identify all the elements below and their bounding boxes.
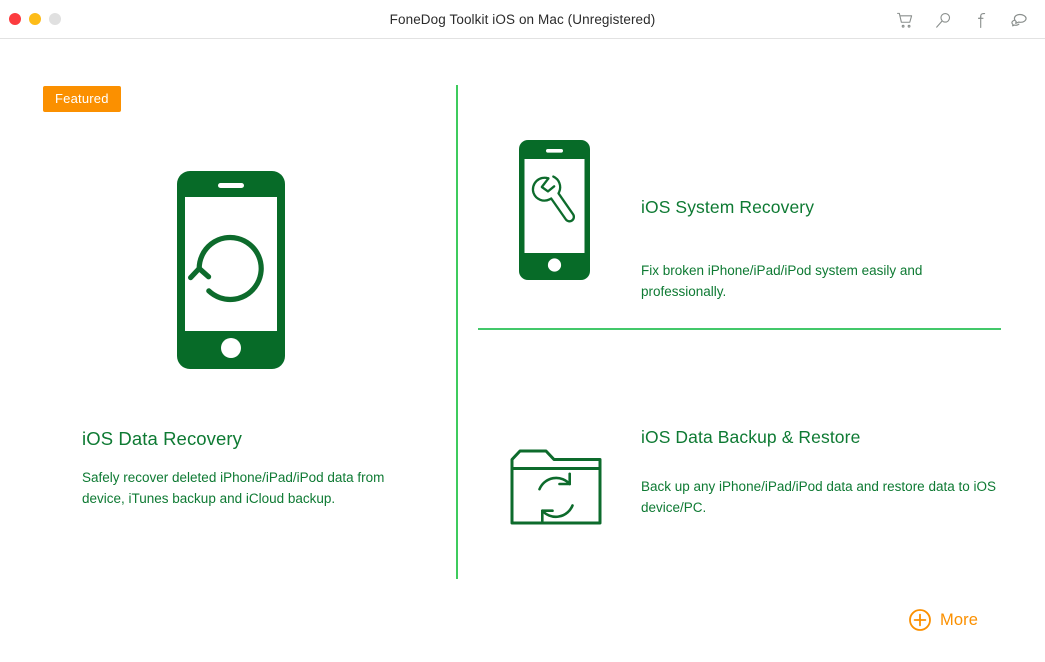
window-minimize-button[interactable] (29, 13, 41, 25)
vertical-divider (456, 85, 458, 579)
feature-card-ios-data-backup-restore[interactable]: iOS Data Backup & Restore Back up any iP… (478, 399, 1008, 559)
phone-restore-icon (177, 171, 285, 369)
window-titlebar: FoneDog Toolkit iOS on Mac (Unregistered… (0, 0, 1045, 39)
window-close-button[interactable] (9, 13, 21, 25)
window-zoom-button (49, 13, 61, 25)
traffic-lights (9, 13, 61, 25)
facebook-icon[interactable] (969, 8, 993, 32)
titlebar-actions (893, 8, 1031, 32)
horizontal-divider (478, 328, 1001, 330)
feature-title: iOS Data Recovery (82, 428, 243, 449)
plus-circle-icon (908, 608, 932, 632)
main-content: Featured iOS Data Recovery Safely recove… (0, 39, 1045, 662)
chat-icon[interactable] (1007, 8, 1031, 32)
search-icon[interactable] (931, 8, 955, 32)
feature-description: Back up any iPhone/iPad/iPod data and re… (641, 479, 996, 515)
feature-title: iOS System Recovery (641, 197, 815, 217)
more-label: More (940, 610, 978, 629)
phone-wrench-icon (519, 140, 590, 280)
feature-card-ios-system-recovery[interactable]: iOS System Recovery Fix broken iPhone/iP… (478, 119, 1008, 309)
window-title: FoneDog Toolkit iOS on Mac (Unregistered… (389, 12, 656, 27)
folder-sync-icon (508, 447, 604, 527)
more-button[interactable]: More (908, 608, 978, 632)
feature-description: Safely recover deleted iPhone/iPad/iPod … (82, 470, 385, 506)
feature-title: iOS Data Backup & Restore (641, 427, 861, 447)
feature-card-ios-data-recovery[interactable]: iOS Data Recovery Safely recover deleted… (0, 39, 456, 579)
feature-description: Fix broken iPhone/iPad/iPod system easil… (641, 263, 923, 299)
cart-icon[interactable] (893, 8, 917, 32)
